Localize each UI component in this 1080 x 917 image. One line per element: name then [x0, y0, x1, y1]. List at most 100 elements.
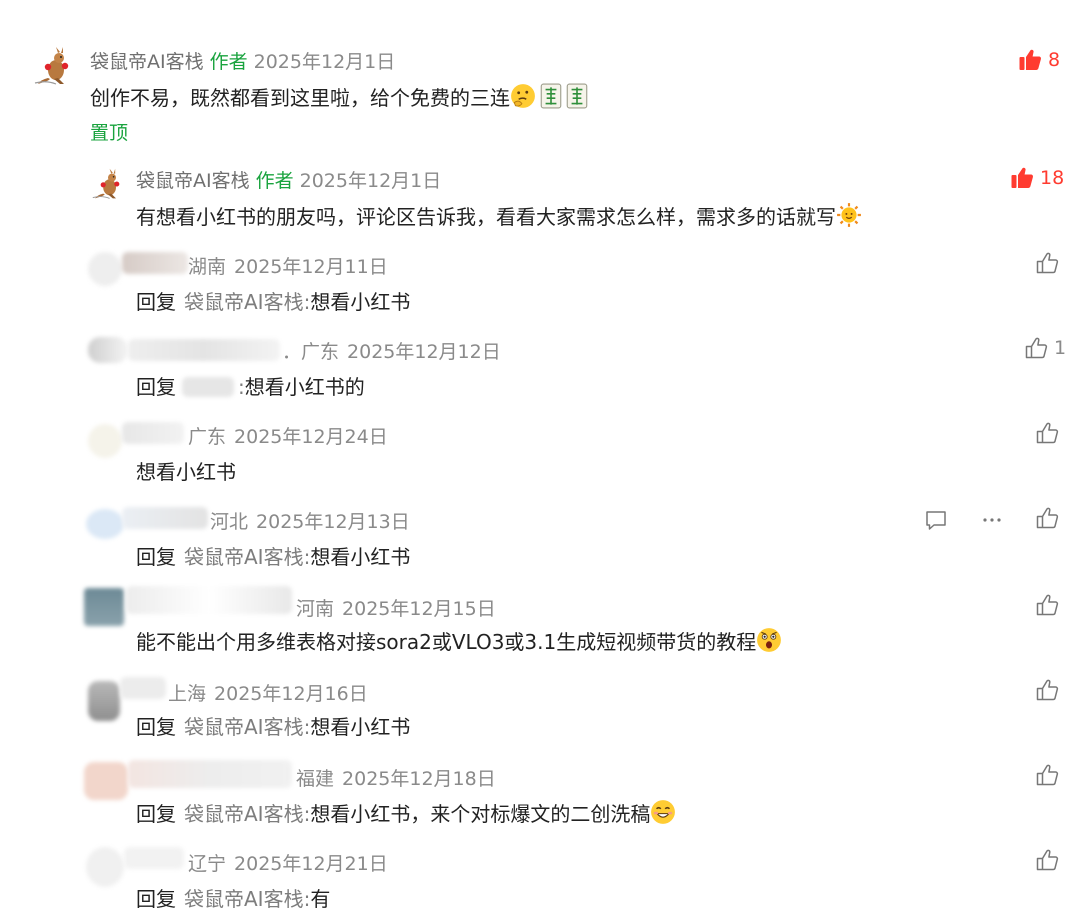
like-count: 18: [1040, 167, 1065, 189]
like-count: 1: [1054, 337, 1067, 359]
comment-body: 想看小红书，来个对标爆文的二创洗稿: [310, 802, 651, 826]
author-tag: 作者: [255, 170, 294, 192]
thinking-emoji-icon: [510, 83, 536, 109]
comment-date: 2025年12月21日: [234, 853, 388, 875]
comment-location: 河北: [210, 511, 249, 533]
comment-item: 辽宁 2025年12月21日 回复 袋鼠帝AI客栈:有: [0, 835, 1080, 917]
comment-item: 河北 2025年12月13日 回复 袋鼠帝AI客栈:想看小红书: [0, 495, 1080, 580]
avatar[interactable]: [88, 337, 128, 363]
avatar[interactable]: [84, 762, 128, 800]
like-button[interactable]: 1: [1024, 336, 1066, 360]
like-button[interactable]: [1034, 847, 1060, 873]
comment-text: 想看小红书: [136, 456, 236, 485]
comment-body: 想看小红书: [310, 715, 411, 739]
sun-emoji-icon: [836, 202, 862, 228]
avatar[interactable]: [88, 252, 122, 286]
comment-meta: 湖南 2025年12月11日: [188, 252, 388, 279]
comment-bubble-icon: [924, 508, 948, 532]
comment-item: 上海 2025年12月16日 回复 袋鼠帝AI客栈:想看小红书: [0, 665, 1080, 750]
comment-text: 回复:想看小红书的: [136, 371, 365, 400]
comment-item: ．广东 2025年12月12日 回复:想看小红书的 1: [0, 325, 1080, 410]
author-name[interactable]: 袋鼠帝AI客栈: [90, 51, 204, 73]
reply-keyword: 回复: [136, 290, 176, 314]
comment-text: 回复 袋鼠帝AI客栈:想看小红书: [136, 541, 410, 570]
author-name[interactable]: 袋鼠帝AI客栈: [136, 170, 250, 192]
comment-body: 想看小红书: [136, 460, 236, 484]
comment-text: 回复 袋鼠帝AI客栈:想看小红书: [136, 286, 410, 315]
comment-body: 能不能出个用多维表格对接sora2或VLO3或3.1生成短视频带货的教程: [136, 630, 757, 654]
thumbs-up-filled-icon: [1018, 48, 1042, 72]
pinned-label: 置顶: [90, 122, 129, 144]
comment-item: 袋鼠帝AI客栈 作者 2025年12月1日 有想看小红书的朋友吗，评论区告诉我，看看…: [0, 150, 1080, 240]
redacted-username: [126, 586, 292, 614]
redacted-username: [128, 760, 292, 788]
redacted-username: [122, 422, 184, 444]
comment-meta: ．广东 2025年12月12日: [282, 337, 501, 364]
comment-text: 回复 袋鼠帝AI客栈:想看小红书，来个对标爆文的二创洗稿: [136, 798, 676, 827]
reply-target[interactable]: 袋鼠帝AI客栈: [184, 715, 304, 739]
like-button[interactable]: [1034, 250, 1060, 276]
comment-text: 创作不易，既然都看到这里啦，给个免费的三连: [90, 82, 588, 111]
redacted-username: [122, 252, 188, 274]
comment-body: 想看小红书: [310, 545, 411, 569]
avatar[interactable]: [88, 681, 120, 721]
avatar[interactable]: [86, 847, 124, 887]
reply-keyword: 回复: [136, 887, 176, 911]
reply-keyword: 回复: [136, 802, 176, 826]
reply-keyword: 回复: [136, 715, 176, 739]
comment-meta: 广东 2025年12月24日: [188, 422, 388, 449]
author-tag: 作者: [209, 51, 248, 73]
like-button[interactable]: [1034, 762, 1060, 788]
comment-item: 湖南 2025年12月11日 回复 袋鼠帝AI客栈:想看小红书: [0, 240, 1080, 325]
redacted-username: [128, 339, 280, 361]
comment-location: 湖南: [188, 256, 227, 278]
comment-date: 2025年12月12日: [347, 341, 501, 363]
comment-body: 想看小红书的: [244, 375, 365, 399]
grinning-emoji-icon: [650, 799, 676, 825]
reply-keyword: 回复: [136, 375, 176, 399]
like-button[interactable]: 18: [1010, 166, 1064, 190]
comment-body: 创作不易，既然都看到这里啦，给个免费的三连: [90, 86, 510, 110]
thumbs-up-outline-icon: [1035, 763, 1059, 787]
avatar[interactable]: [88, 424, 122, 458]
comment-text: 能不能出个用多维表格对接sora2或VLO3或3.1生成短视频带货的教程: [136, 626, 782, 655]
like-button[interactable]: [1034, 505, 1060, 531]
more-dots-icon: [983, 518, 1001, 522]
author-avatar[interactable]: [34, 42, 74, 90]
reply-button[interactable]: [923, 507, 949, 533]
reply-target[interactable]: 袋鼠帝AI客栈: [184, 887, 304, 911]
comment-location: 河南: [296, 598, 335, 620]
like-button[interactable]: [1034, 592, 1060, 618]
author-avatar[interactable]: [92, 164, 124, 204]
like-button[interactable]: [1034, 677, 1060, 703]
comment-meta: 辽宁 2025年12月21日: [188, 849, 388, 876]
comment-meta: 河北 2025年12月13日: [210, 507, 410, 534]
comment-meta: 福建 2025年12月18日: [296, 764, 496, 791]
thumbs-up-outline-icon: [1035, 848, 1059, 872]
like-button[interactable]: [1034, 420, 1060, 446]
comment-meta: 上海 2025年12月16日: [168, 679, 368, 706]
comment-meta: 河南 2025年12月15日: [296, 594, 496, 621]
thumbs-up-outline-icon: [1035, 421, 1059, 445]
comment-meta: 袋鼠帝AI客栈 作者 2025年12月1日: [136, 166, 441, 193]
avatar[interactable]: [86, 509, 124, 539]
more-button[interactable]: [978, 507, 1006, 533]
redacted-username: [120, 677, 166, 699]
redacted-reply-target[interactable]: [182, 377, 234, 397]
thumbs-up-outline-icon: [1024, 336, 1048, 360]
comment-meta: 袋鼠帝AI客栈 作者 2025年12月1日: [90, 47, 395, 74]
reply-colon: :: [238, 375, 245, 399]
comment-item: 袋鼠帝AI客栈 作者 2025年12月1日 创作不易，既然都看到这里啦，给个免费的三…: [0, 0, 1080, 150]
comment-location: 上海: [168, 683, 207, 705]
comment-date: 2025年12月1日: [253, 51, 396, 73]
comment-item: 河南 2025年12月15日 能不能出个用多维表格对接sora2或VLO3或3.1…: [0, 580, 1080, 665]
reply-target[interactable]: 袋鼠帝AI客栈: [184, 545, 304, 569]
comment-location: 辽宁: [188, 853, 227, 875]
comment-body: 有想看小红书的朋友吗，评论区告诉我，看看大家需求怎么样，需求多的话就写: [136, 205, 836, 229]
avatar[interactable]: [84, 588, 124, 626]
like-button[interactable]: 8: [1018, 48, 1060, 72]
reply-target[interactable]: 袋鼠帝AI客栈: [184, 290, 304, 314]
comment-body: 想看小红书: [310, 290, 411, 314]
comment-text: 回复 袋鼠帝AI客栈:有: [136, 883, 330, 912]
reply-target[interactable]: 袋鼠帝AI客栈: [184, 802, 304, 826]
